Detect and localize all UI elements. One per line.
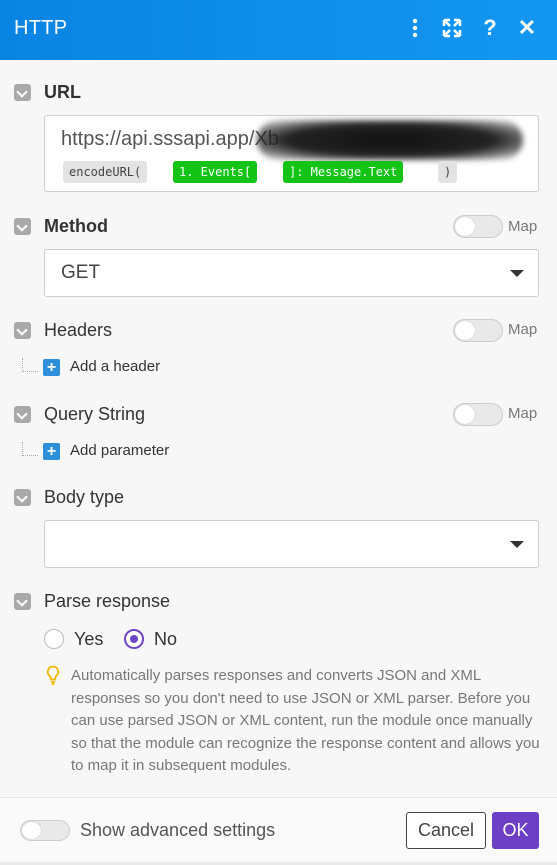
cancel-button[interactable]: Cancel [406, 812, 486, 849]
more-vertical-icon[interactable] [403, 16, 427, 40]
panel-footer: Show advanced settings Cancel OK [0, 797, 557, 862]
parse-label: Parse response [44, 591, 171, 611]
method-map-toggle[interactable] [453, 215, 503, 238]
parse-yes-label[interactable]: Yes [74, 629, 103, 650]
body-type-label: Body type [44, 487, 125, 507]
body-type-select[interactable] [44, 520, 539, 568]
http-module-panel: HTTP ? ✕ URL https://api.sssapi.app/Xb e… [0, 0, 557, 862]
plus-icon[interactable]: + [43, 443, 60, 460]
parse-yes-radio[interactable] [44, 629, 64, 649]
close-icon[interactable]: ✕ [515, 16, 539, 40]
method-label: Method [44, 216, 108, 236]
help-icon[interactable]: ? [478, 16, 502, 40]
query-map-label: Map [508, 405, 538, 422]
panel-header: HTTP ? ✕ [0, 0, 557, 60]
headers-map-toggle[interactable] [453, 319, 503, 342]
lightbulb-icon [46, 665, 60, 685]
method-value: GET [61, 262, 101, 283]
variable-token[interactable]: ]: Message.Text [283, 161, 404, 183]
query-collapse-toggle[interactable] [14, 406, 31, 423]
chevron-down-icon [510, 270, 524, 277]
panel-title: HTTP [14, 17, 68, 39]
headers-map-label: Map [508, 321, 538, 338]
tree-connector [22, 442, 38, 456]
ok-button[interactable]: OK [492, 812, 539, 849]
query-label: Query String [44, 404, 146, 424]
tree-connector [22, 358, 38, 372]
url-collapse-toggle[interactable] [14, 84, 31, 101]
url-input[interactable]: https://api.sssapi.app/Xb encodeURL( 1. … [44, 115, 539, 192]
url-value: https://api.sssapi.app/Xb [61, 128, 279, 150]
parse-no-radio[interactable] [124, 629, 144, 649]
expand-icon[interactable] [440, 16, 464, 40]
add-header-link[interactable]: Add a header [70, 358, 160, 375]
function-close-token[interactable]: ) [438, 161, 458, 183]
advanced-settings-label[interactable]: Show advanced settings [80, 820, 275, 841]
advanced-settings-toggle[interactable] [20, 820, 70, 841]
function-token[interactable]: encodeURL( [63, 161, 148, 183]
headers-label: Headers [44, 320, 113, 340]
method-select[interactable]: GET [44, 249, 539, 297]
add-parameter-link[interactable]: Add parameter [70, 442, 169, 459]
method-collapse-toggle[interactable] [14, 218, 31, 235]
body-type-collapse-toggle[interactable] [14, 489, 31, 506]
chevron-down-icon [510, 541, 524, 548]
parse-collapse-toggle[interactable] [14, 593, 31, 610]
parse-hint-text: Automatically parses responses and conve… [71, 667, 540, 774]
redaction-blur [257, 120, 523, 160]
headers-collapse-toggle[interactable] [14, 322, 31, 339]
plus-icon[interactable]: + [43, 359, 60, 376]
variable-token[interactable]: 1. Events[ [173, 161, 258, 183]
parse-no-label[interactable]: No [154, 629, 177, 650]
method-map-label: Map [508, 218, 538, 235]
query-map-toggle[interactable] [453, 403, 503, 426]
url-label: URL [44, 82, 81, 102]
